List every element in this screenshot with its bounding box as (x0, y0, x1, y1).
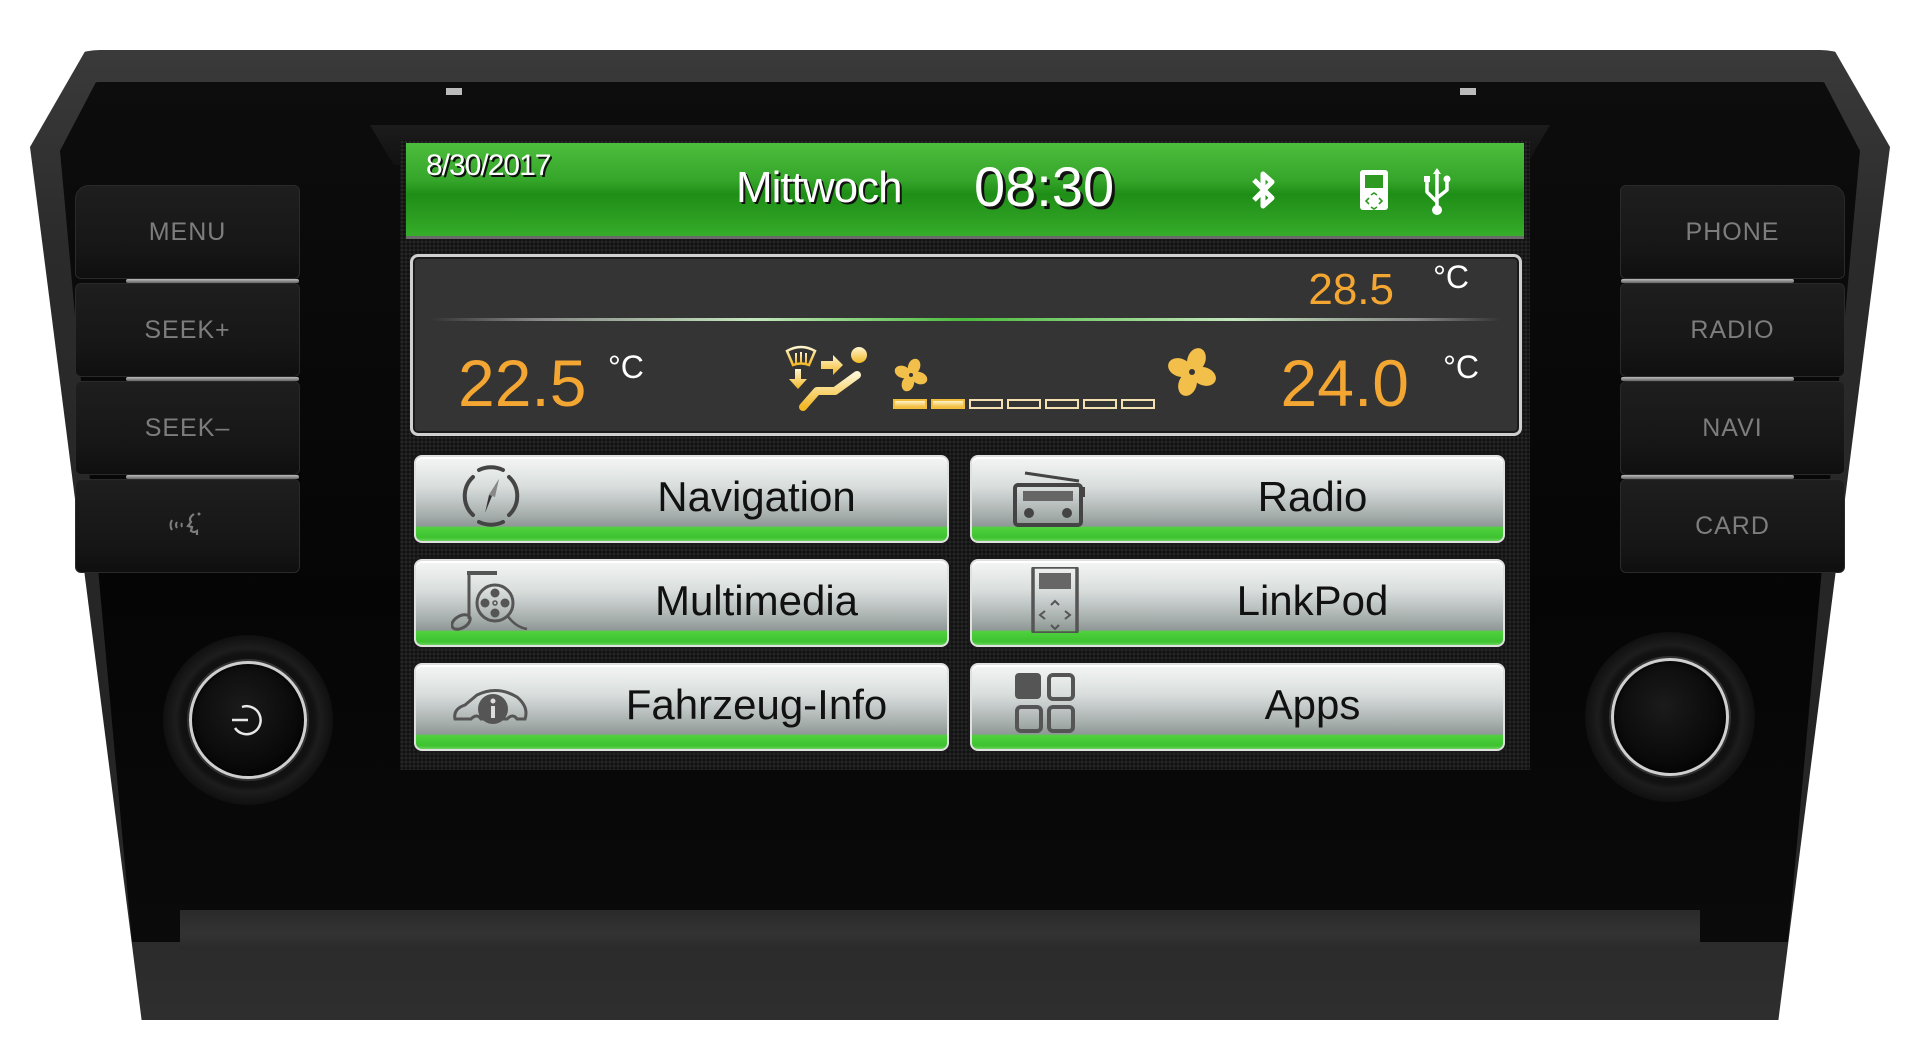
climate-panel[interactable]: 28.5 °C 22.5 °C 24.0 °C (410, 254, 1522, 436)
left-hardware-buttons: MENU SEEK+ SEEK– (75, 185, 300, 577)
fahrzeug-info-button-label: Fahrzeug-Info (625, 681, 888, 728)
right-hardware-buttons: PHONE RADIO NAVI CARD (1620, 185, 1845, 577)
fahrzeug-info-button[interactable]: Fahrzeug-Info (414, 663, 949, 751)
navi-hw-button[interactable]: NAVI (1620, 381, 1845, 479)
radio-hw-button[interactable]: RADIO (1620, 283, 1845, 381)
tune-knob-cap[interactable] (1611, 658, 1729, 776)
fan-high-icon (1168, 348, 1216, 396)
multimedia-button[interactable]: Multimedia (414, 559, 949, 647)
status-bar: 8/30/2017 Mittwoch 08:30 (406, 143, 1524, 239)
power-icon (232, 705, 262, 736)
linkpod-button[interactable]: LinkPod (970, 559, 1505, 647)
usb-icon (1424, 168, 1451, 215)
passenger-temperature-unit: °C (1443, 349, 1479, 385)
fan-speed-segment[interactable] (893, 399, 927, 409)
fan-speed-bar[interactable] (893, 399, 1155, 409)
multimedia-button-label: Multimedia (654, 577, 859, 624)
fan-speed-segment[interactable] (931, 399, 965, 409)
fan-speed-segment[interactable] (1083, 399, 1117, 409)
seek-minus-hw-button-label: SEEK– (144, 413, 231, 442)
radio-hw-button-label: RADIO (1690, 315, 1775, 344)
power-volume-knob[interactable] (163, 635, 333, 805)
bezel-lower-lip (180, 910, 1700, 950)
seek-plus-hw-button-label: SEEK+ (144, 315, 231, 344)
apps-button-label: Apps (1264, 681, 1361, 728)
fan-low-icon (894, 358, 928, 392)
ipod-icon (1360, 170, 1388, 210)
climate-divider (431, 318, 1501, 321)
fan-speed-segment[interactable] (1045, 399, 1079, 409)
navi-hw-button-label: NAVI (1702, 413, 1763, 442)
outside-temperature: 28.5 (1308, 265, 1394, 314)
mount-clip (1460, 88, 1476, 95)
status-clock: 08:30 (974, 155, 1115, 218)
driver-temperature-unit: °C (608, 349, 644, 385)
outside-temperature-unit: °C (1433, 259, 1469, 295)
fan-speed-segment[interactable] (1121, 399, 1155, 409)
fan-speed-segment[interactable] (1007, 399, 1041, 409)
card-hw-button[interactable]: CARD (1620, 479, 1845, 573)
voice-command-hw-button[interactable] (75, 479, 300, 573)
linkpod-button-label: LinkPod (1236, 577, 1389, 624)
airflow-mode-icon[interactable] (783, 345, 883, 415)
phone-hw-button-label: PHONE (1685, 217, 1780, 246)
voice-command-icon (169, 512, 200, 535)
passenger-temperature[interactable]: 24.0 (1281, 345, 1409, 421)
menu-hw-button-label: MENU (148, 217, 227, 246)
phone-hw-button[interactable]: PHONE (1620, 185, 1845, 283)
bluetooth-icon (1252, 171, 1275, 209)
seek-minus-hw-button[interactable]: SEEK– (75, 381, 300, 479)
status-weekday: Mittwoch (736, 163, 903, 212)
mount-clip (446, 88, 462, 95)
navigation-button[interactable]: Navigation (414, 455, 949, 543)
navigation-button-label: Navigation (657, 473, 856, 520)
card-hw-button-label: CARD (1695, 511, 1770, 540)
driver-temperature[interactable]: 22.5 (458, 345, 586, 421)
status-date: 8/30/2017 (426, 149, 551, 182)
power-knob-cap[interactable] (189, 661, 307, 779)
tune-knob[interactable] (1585, 632, 1755, 802)
menu-hw-button[interactable]: MENU (75, 185, 300, 283)
radio-button[interactable]: Radio (970, 455, 1505, 543)
radio-button-label: Radio (1257, 473, 1368, 520)
touch-screen: 8/30/2017 Mittwoch 08:30 28.5 °C 22.5 °C (400, 140, 1530, 770)
seek-plus-hw-button[interactable]: SEEK+ (75, 283, 300, 381)
apps-button[interactable]: Apps (970, 663, 1505, 751)
fan-speed-segment[interactable] (969, 399, 1003, 409)
